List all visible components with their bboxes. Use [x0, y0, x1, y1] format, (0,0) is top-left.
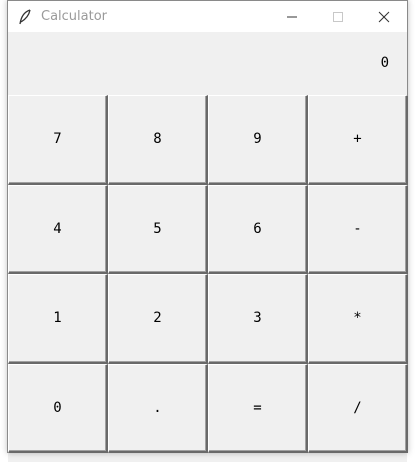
key-4[interactable]: 4	[8, 184, 108, 274]
minimize-button[interactable]	[269, 1, 315, 32]
title-bar[interactable]: Calculator	[8, 1, 407, 32]
close-button[interactable]	[361, 1, 407, 32]
key-0[interactable]: 0	[8, 363, 108, 453]
background-window-right	[407, 0, 416, 462]
maximize-icon	[333, 11, 343, 22]
feather-icon	[17, 8, 33, 25]
key-2[interactable]: 2	[108, 274, 208, 364]
result-display: 0	[8, 32, 407, 95]
minimize-icon	[287, 16, 297, 17]
window-title: Calculator	[41, 9, 108, 24]
key-plus[interactable]: +	[308, 95, 408, 185]
calculator-window: Calculator 0 7 8 9 + 4 5 6 - 1 2 3 * 0 .…	[7, 0, 408, 453]
display-value: 0	[380, 55, 389, 71]
maximize-button[interactable]	[315, 1, 361, 32]
key-minus[interactable]: -	[308, 184, 408, 274]
key-6[interactable]: 6	[208, 184, 308, 274]
key-8[interactable]: 8	[108, 95, 208, 185]
key-1[interactable]: 1	[8, 274, 108, 364]
close-icon	[378, 11, 390, 22]
window-controls	[269, 1, 407, 32]
key-decimal[interactable]: .	[108, 363, 208, 453]
key-divide[interactable]: /	[308, 363, 408, 453]
key-multiply[interactable]: *	[308, 274, 408, 364]
key-3[interactable]: 3	[208, 274, 308, 364]
key-5[interactable]: 5	[108, 184, 208, 274]
key-7[interactable]: 7	[8, 95, 108, 185]
key-9[interactable]: 9	[208, 95, 308, 185]
keypad: 7 8 9 + 4 5 6 - 1 2 3 * 0 . = /	[8, 95, 408, 453]
key-equals[interactable]: =	[208, 363, 308, 453]
